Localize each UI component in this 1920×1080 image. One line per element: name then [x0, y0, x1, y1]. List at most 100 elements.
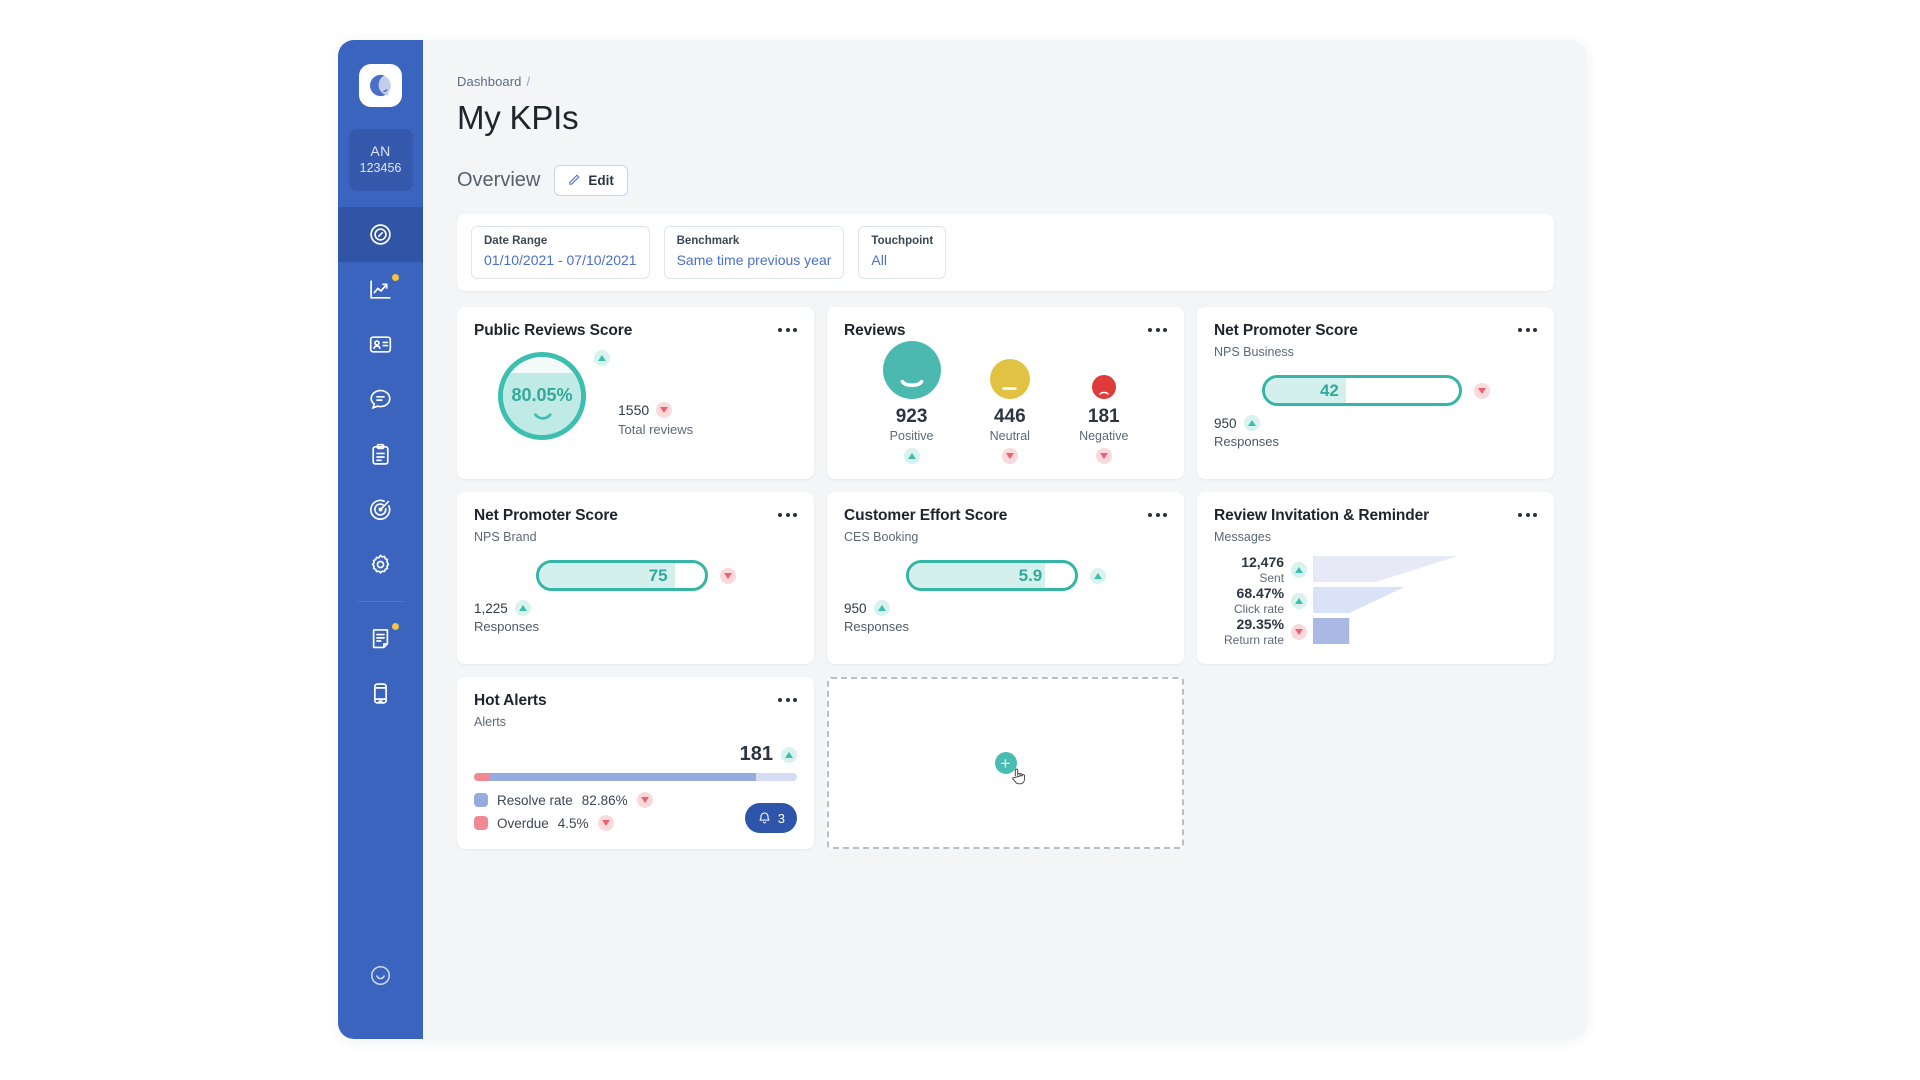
app-logo[interactable]: [359, 64, 402, 107]
funnel-stage-label: 68.47%Click rate: [1234, 588, 1307, 614]
card-menu-button[interactable]: [778, 322, 797, 332]
filter-touchpoint[interactable]: Touchpoint All: [858, 226, 946, 279]
notification-badge: [392, 274, 399, 281]
responses-caption: Responses: [844, 619, 909, 634]
kpi-card-grid: Public Reviews Score 80.05%: [457, 307, 1554, 849]
alerts-bell-button[interactable]: 3: [745, 803, 797, 833]
card-title: Net Promoter Score: [474, 507, 618, 525]
sentiment-label: Neutral: [990, 429, 1030, 443]
funnel-stage-caption: Return rate: [1224, 633, 1284, 648]
alerts-count-row: 181: [474, 743, 797, 766]
add-widget-placeholder[interactable]: +: [827, 677, 1184, 849]
bell-icon: [757, 811, 772, 826]
funnel-stage-value: 29.35%: [1224, 616, 1284, 633]
responses-block: 950 Responses: [844, 600, 909, 634]
funnel-segment: [1313, 587, 1404, 613]
card-public-reviews-score: Public Reviews Score 80.05%: [457, 307, 814, 479]
sidebar-item-feedback[interactable]: [338, 948, 423, 1003]
sentiment-label: Negative: [1079, 429, 1128, 443]
total-reviews-row: 1550: [618, 402, 693, 418]
card-title: Net Promoter Score: [1214, 322, 1358, 340]
card-review-invitation-reminder: Review Invitation & Reminder Messages 12…: [1197, 492, 1554, 664]
sentiment-value: 181: [1088, 406, 1120, 428]
sidebar-item-mobile[interactable]: [338, 666, 423, 721]
user-id: 123456: [360, 160, 402, 177]
card-menu-button[interactable]: [1148, 507, 1167, 517]
card-reviews: Reviews 923Positive446Neutral181Negative: [827, 307, 1184, 479]
card-hot-alerts: Hot Alerts Alerts 181 Resolve rate82.86%…: [457, 677, 814, 849]
sentiment-circle-neutral: [990, 359, 1030, 399]
smile-icon: [527, 411, 557, 422]
sentiment-item: 923Positive: [883, 341, 941, 464]
sidebar-divider: [357, 601, 404, 602]
edit-button[interactable]: Edit: [554, 165, 628, 196]
alerts-count: 181: [740, 743, 773, 766]
sidebar-item-compass[interactable]: [338, 207, 423, 262]
legend-label: Overdue: [497, 816, 549, 831]
public-reviews-gauge: 80.05%: [498, 352, 594, 448]
filter-benchmark[interactable]: Benchmark Same time previous year: [664, 226, 845, 279]
card-menu-button[interactable]: [778, 507, 797, 517]
breadcrumb-dashboard[interactable]: Dashboard: [457, 74, 522, 89]
responses-block: 1,225 Responses: [474, 600, 539, 634]
overview-label: Overview: [457, 169, 540, 192]
alerts-bell-count: 3: [778, 811, 785, 826]
responses-trend: [1244, 415, 1260, 431]
hand-pointer-cursor-icon: [1010, 767, 1027, 787]
score-pill: 42: [1262, 375, 1462, 406]
card-menu-button[interactable]: [778, 692, 797, 702]
sidebar-item-messages[interactable]: [338, 372, 423, 427]
neutral-face-icon: [1001, 385, 1018, 392]
score-value: 5.9: [1019, 566, 1043, 586]
sentiment-trend: [1096, 448, 1112, 464]
smile-icon: [900, 379, 924, 389]
sidebar-item-reports[interactable]: [338, 611, 423, 666]
sidebar-item-surveys[interactable]: [338, 427, 423, 482]
gauge-trend-indicator: [594, 350, 610, 366]
score-trend-indicator: [1474, 383, 1490, 399]
page-title: My KPIs: [457, 99, 1554, 137]
score-trend-indicator: [720, 568, 736, 584]
filter-benchmark-label: Benchmark: [677, 234, 832, 249]
responses-caption: Responses: [1214, 434, 1279, 449]
legend-value: 4.5%: [558, 816, 589, 831]
sidebar-nav: [338, 207, 423, 721]
compass-icon: [368, 222, 393, 247]
target-icon: [368, 497, 393, 522]
card-title: Public Reviews Score: [474, 322, 632, 340]
user-account-block[interactable]: AN 123456: [349, 129, 413, 191]
card-subtitle: Messages: [1214, 530, 1429, 544]
funnel-stage-trend: [1291, 593, 1307, 609]
smiley-face-icon: [368, 963, 393, 988]
sentiment-circle-negative: [1092, 375, 1116, 399]
funnel-stage-caption: Click rate: [1234, 602, 1284, 617]
sidebar-item-goals[interactable]: [338, 482, 423, 537]
filter-date-range[interactable]: Date Range 01/10/2021 - 07/10/2021: [471, 226, 650, 279]
sidebar-item-settings[interactable]: [338, 537, 423, 592]
sidebar-item-analytics[interactable]: [338, 262, 423, 317]
overview-row: Overview Edit: [457, 165, 1554, 196]
sidebar-item-contacts[interactable]: [338, 317, 423, 372]
sentiment-breakdown: 923Positive446Neutral181Negative: [844, 344, 1167, 464]
legend-value: 82.86%: [582, 793, 628, 808]
card-title: Review Invitation & Reminder: [1214, 507, 1429, 525]
score-pill: 5.9: [906, 560, 1078, 591]
alerts-bar-segment: [489, 773, 757, 781]
responses-trend: [515, 600, 531, 616]
sidebar: AN 123456: [338, 40, 423, 1039]
alerts-progress-bar: [474, 773, 797, 781]
responses-trend: [874, 600, 890, 616]
responses-value: 950: [1214, 416, 1237, 431]
funnel-stage-label: 12,476Sent: [1241, 557, 1307, 583]
id-card-icon: [368, 332, 393, 357]
funnel-stage-label: 29.35%Return rate: [1224, 619, 1307, 645]
funnel-segment: [1313, 556, 1458, 582]
card-customer-effort-score: Customer Effort Score CES Booking 5.9 95…: [827, 492, 1184, 664]
card-menu-button[interactable]: [1518, 507, 1537, 517]
filter-date-range-value: 01/10/2021 - 07/10/2021: [484, 250, 637, 270]
card-menu-button[interactable]: [1518, 322, 1537, 332]
responses-block: 950 Responses: [1214, 415, 1279, 449]
card-menu-button[interactable]: [1148, 322, 1167, 332]
funnel-shape: [1313, 556, 1458, 644]
funnel-stage-trend: [1291, 562, 1307, 578]
